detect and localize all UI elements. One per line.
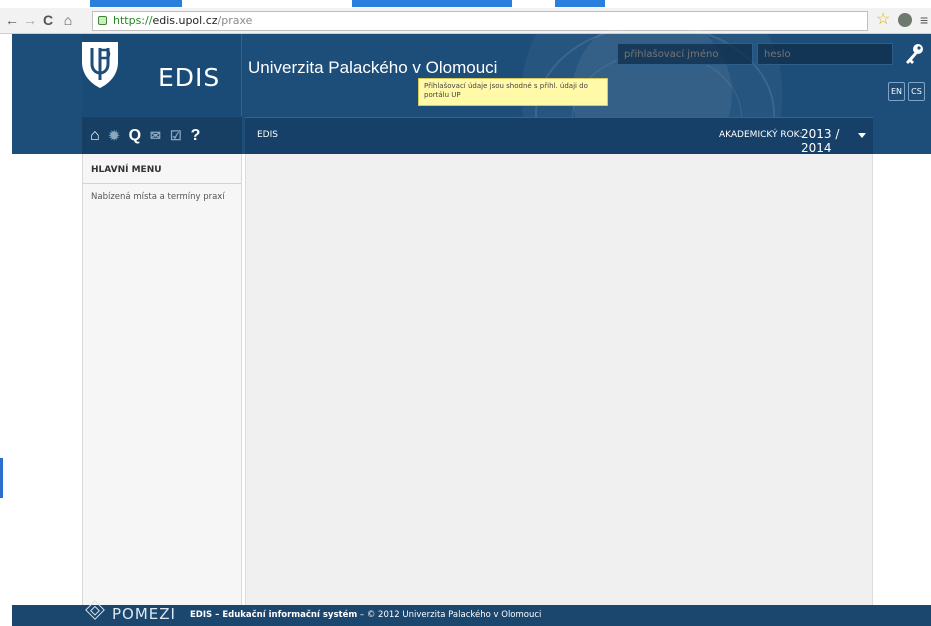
browser-home-icon[interactable]: ⌂ bbox=[60, 12, 76, 28]
search-icon[interactable]: Q bbox=[129, 127, 141, 144]
footer-text: EDIS – Edukační informační systém – © 20… bbox=[190, 610, 541, 620]
login-key-icon[interactable] bbox=[902, 42, 926, 66]
home-icon[interactable]: ⌂ bbox=[90, 127, 100, 144]
mail-icon[interactable]: ✉ bbox=[150, 128, 161, 144]
footer-system-name: EDIS – Edukační informační systém bbox=[190, 610, 358, 620]
url-host: edis.upol.cz bbox=[152, 14, 218, 27]
pomezi-link[interactable]: POMEZI bbox=[112, 605, 176, 623]
url-protocol: https:// bbox=[113, 14, 153, 27]
address-bar[interactable]: https://edis.upol.cz/praxe bbox=[92, 11, 868, 31]
edis-logo-text[interactable]: EDIS bbox=[158, 63, 220, 92]
academic-year-select[interactable]: 2013 / 2014 bbox=[801, 127, 873, 155]
left-edge-marker bbox=[0, 458, 3, 498]
sidebar-heading: HLAVNÍ MENU bbox=[91, 165, 162, 175]
browser-toolbar: ← → C ⌂ https://edis.upol.cz/praxe ☆ ≡ bbox=[0, 8, 931, 34]
back-icon[interactable]: ← bbox=[4, 12, 20, 28]
top-blue-strip-1 bbox=[90, 0, 182, 7]
settings-icon[interactable]: ✹ bbox=[109, 128, 120, 144]
lock-icon bbox=[98, 16, 107, 25]
extension-icon[interactable] bbox=[898, 13, 912, 27]
main-content bbox=[245, 154, 873, 605]
bookmark-star-icon[interactable]: ☆ bbox=[876, 12, 890, 28]
lang-cs-button[interactable]: CS bbox=[908, 82, 925, 101]
footer-copyright: – © 2012 Univerzita Palackého v Olomouci bbox=[357, 610, 542, 620]
toolbar-icons: ⌂ ✹ Q ✉ ☑ ? bbox=[82, 117, 242, 154]
login-tooltip: Přihlašovací údaje jsou shodné s přihl. … bbox=[418, 78, 608, 106]
forward-icon[interactable]: → bbox=[22, 12, 38, 28]
top-blue-strip-3 bbox=[555, 0, 605, 7]
university-title[interactable]: Univerzita Palackého v Olomouci bbox=[248, 58, 497, 78]
url-path: /praxe bbox=[217, 14, 253, 27]
username-field[interactable] bbox=[617, 43, 753, 65]
password-field[interactable] bbox=[757, 43, 893, 65]
breadcrumb[interactable]: EDIS bbox=[257, 130, 278, 140]
reload-icon[interactable]: C bbox=[40, 12, 56, 28]
sidebar: HLAVNÍ MENU Nabízená místa a termíny pra… bbox=[82, 154, 242, 605]
lang-en-button[interactable]: EN bbox=[888, 82, 905, 101]
checklist-icon[interactable]: ☑ bbox=[170, 128, 182, 144]
academic-year-label: AKADEMICKÝ ROK: bbox=[719, 130, 803, 140]
chevron-down-icon[interactable] bbox=[858, 133, 866, 138]
sidebar-item-internships[interactable]: Nabízená místa a termíny praxí bbox=[91, 192, 225, 202]
university-shield-logo[interactable] bbox=[80, 40, 120, 90]
sidebar-divider bbox=[83, 183, 241, 184]
browser-menu-icon[interactable]: ≡ bbox=[920, 12, 928, 28]
breadcrumb-bar: EDIS AKADEMICKÝ ROK: 2013 / 2014 bbox=[245, 117, 873, 155]
top-blue-strip-2 bbox=[352, 0, 512, 7]
help-icon[interactable]: ? bbox=[191, 127, 201, 144]
